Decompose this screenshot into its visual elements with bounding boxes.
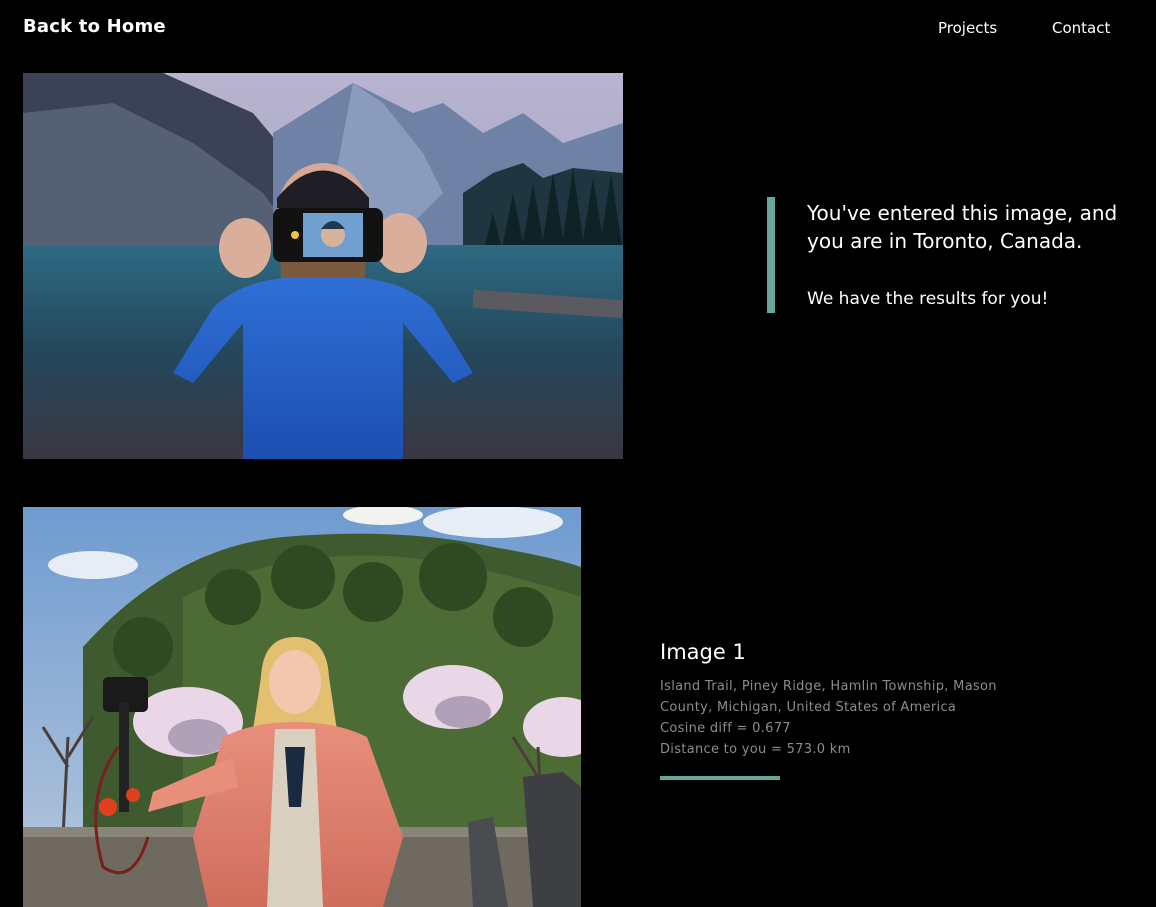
results-message: We have the results for you!: [807, 289, 1049, 309]
top-nav: Back to Home Projects Contact: [0, 0, 1156, 56]
selfie-lake-photo: [23, 73, 623, 459]
location-message: You've entered this image, and you are i…: [807, 201, 1118, 253]
contact-link[interactable]: Contact: [1052, 19, 1110, 37]
result-card-1: Image 1 Island Trail, Piney Ridge, Hamli…: [660, 638, 1060, 780]
result-underline: [660, 776, 780, 780]
result-image-1: [23, 507, 581, 907]
result-distance: Distance to you = 573.0 km: [660, 742, 851, 757]
result-title: Image 1: [660, 640, 746, 664]
projects-link[interactable]: Projects: [938, 19, 997, 37]
result-cosine-diff: Cosine diff = 0.677: [660, 721, 791, 736]
result-address: Island Trail, Piney Ridge, Hamlin Townsh…: [660, 679, 997, 715]
query-image: [23, 73, 623, 459]
woman-camera-photo: [23, 507, 581, 907]
accent-bar: [767, 197, 775, 313]
query-result-message: You've entered this image, and you are i…: [767, 197, 1127, 313]
back-to-home-link[interactable]: Back to Home: [23, 16, 166, 37]
